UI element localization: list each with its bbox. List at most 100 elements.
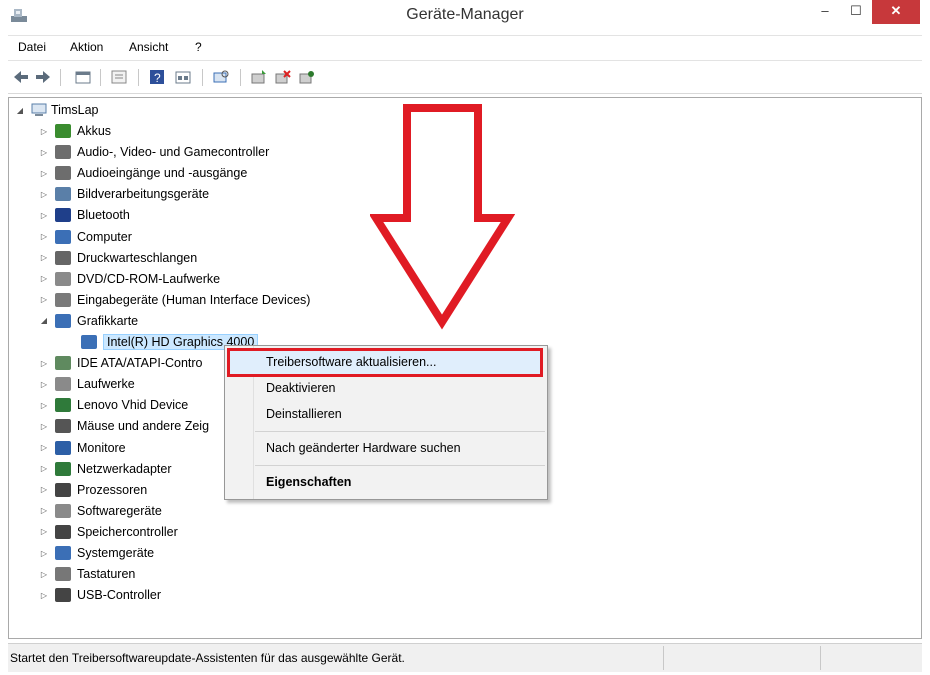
- update-driver-icon[interactable]: [250, 68, 268, 86]
- tree-item[interactable]: ▷ Audio-, Video- und Gamecontroller: [39, 142, 269, 162]
- expand-arrow-icon[interactable]: ▷: [39, 274, 49, 283]
- tree-item[interactable]: ▷ Monitore: [39, 438, 126, 458]
- expand-arrow-icon[interactable]: ▷: [39, 570, 49, 579]
- tree-item-label: Softwaregeräte: [77, 503, 162, 518]
- collapse-arrow-icon[interactable]: ◢: [39, 316, 49, 325]
- bluetooth-icon: [55, 208, 71, 223]
- expand-arrow-icon[interactable]: ▷: [39, 148, 49, 157]
- tree-item[interactable]: ▷ Speichercontroller: [39, 522, 178, 542]
- expand-arrow-icon[interactable]: ▷: [39, 295, 49, 304]
- network-icon: [55, 398, 71, 413]
- expand-arrow-icon[interactable]: ▷: [39, 127, 49, 136]
- tree-item[interactable]: ▷ Prozessoren: [39, 480, 147, 500]
- tree-item[interactable]: ▷ Netzwerkadapter: [39, 459, 172, 479]
- expand-arrow-icon[interactable]: ▷: [39, 232, 49, 241]
- tree-item[interactable]: ▷ Tastaturen: [39, 564, 135, 584]
- title-bar: Geräte-Manager – ☐ ✕: [0, 0, 930, 32]
- tree-item[interactable]: ◢ Grafikkarte: [39, 311, 138, 331]
- menu-separator: [255, 431, 545, 432]
- tree-item[interactable]: ▷ IDE ATA/ATAPI-Contro: [39, 353, 203, 373]
- menu-uninstall[interactable]: Deinstallieren: [266, 407, 342, 421]
- tree-item[interactable]: ▷ USB-Controller: [39, 585, 161, 605]
- tree-item[interactable]: ▷ Bildverarbeitungsgeräte: [39, 184, 209, 204]
- tree-item[interactable]: ▷ Computer: [39, 227, 132, 247]
- toolbar-divider: [202, 69, 203, 86]
- tree-item[interactable]: ▷ DVD/CD-ROM-Laufwerke: [39, 269, 220, 289]
- maximize-button[interactable]: ☐: [844, 0, 868, 24]
- expand-arrow-icon[interactable]: ▷: [39, 527, 49, 536]
- tree-item-label: Druckwarteschlangen: [77, 250, 198, 265]
- expand-arrow-icon[interactable]: ▷: [39, 549, 49, 558]
- back-arrow-icon[interactable]: [12, 68, 30, 86]
- menu-scan-hardware[interactable]: Nach geänderter Hardware suchen: [266, 441, 461, 455]
- view-icon[interactable]: [74, 68, 92, 86]
- tree-item-label: IDE ATA/ATAPI-Contro: [77, 356, 203, 371]
- menu-disable[interactable]: Deaktivieren: [266, 381, 335, 395]
- expand-arrow-icon[interactable]: ▷: [39, 464, 49, 473]
- close-button[interactable]: ✕: [872, 0, 920, 24]
- tree-item-label: Grafikkarte: [77, 313, 139, 328]
- scan-hardware-icon[interactable]: [212, 68, 230, 86]
- tree-item-label: Monitore: [77, 440, 126, 455]
- processor-icon: [55, 482, 71, 497]
- tree-item-label: Systemgeräte: [77, 546, 155, 560]
- help-icon[interactable]: ?: [148, 68, 166, 86]
- uninstall-icon[interactable]: [274, 68, 292, 86]
- storage-controller-icon: [55, 524, 71, 539]
- menu-datei[interactable]: Datei: [18, 40, 46, 54]
- tree-item-label: Eingabegeräte (Human Interface Devices): [77, 292, 311, 307]
- tree-item[interactable]: ▷ Bluetooth: [39, 205, 130, 225]
- expand-arrow-icon[interactable]: ▷: [39, 506, 49, 515]
- hid-icon: [55, 292, 71, 307]
- status-divider: [820, 646, 821, 670]
- menu-aktion[interactable]: Aktion: [70, 40, 103, 54]
- tree-item[interactable]: ▷ Softwaregeräte: [39, 501, 162, 521]
- system-device-icon: [55, 546, 71, 560]
- expand-arrow-icon[interactable]: ▷: [39, 422, 49, 431]
- toolbar: ?: [8, 60, 922, 94]
- status-bar: Startet den Treibersoftwareupdate-Assist…: [8, 643, 922, 672]
- expand-arrow-icon[interactable]: ▷: [39, 401, 49, 410]
- svg-text:?: ?: [154, 71, 161, 85]
- menu-properties[interactable]: Eigenschaften: [266, 475, 351, 489]
- tree-item[interactable]: ▷ Laufwerke: [39, 374, 135, 394]
- tree-item-label: Bluetooth: [77, 208, 130, 223]
- expand-arrow-icon[interactable]: ▷: [39, 443, 49, 452]
- computer-icon: [31, 103, 47, 116]
- tree-item[interactable]: ▷ Druckwarteschlangen: [39, 248, 197, 268]
- tree-root-label: TimsLap: [51, 103, 99, 117]
- tree-item[interactable]: ▷ Systemgeräte: [39, 543, 154, 563]
- tree-item-label: USB-Controller: [77, 588, 162, 603]
- expand-arrow-icon[interactable]: ▷: [39, 190, 49, 199]
- menu-update-driver[interactable]: Treibersoftware aktualisieren...: [266, 355, 436, 369]
- tree-item-label: Computer: [77, 229, 132, 244]
- forward-arrow-icon[interactable]: [34, 68, 52, 86]
- expand-arrow-icon[interactable]: ▷: [39, 380, 49, 389]
- tree-item-label: Lenovo Vhid Device: [77, 398, 189, 413]
- tree-item[interactable]: ▷ Mäuse und andere Zeig: [39, 416, 209, 436]
- tree-item[interactable]: ▷ Audioeingänge und -ausgänge: [39, 163, 247, 183]
- camera-icon: [55, 187, 71, 202]
- tree-item-label: Netzwerkadapter: [77, 461, 172, 476]
- expand-arrow-icon[interactable]: ▷: [39, 253, 49, 262]
- menu-help[interactable]: ?: [195, 40, 202, 54]
- collapse-arrow-icon[interactable]: ◢: [15, 106, 25, 115]
- tree-item[interactable]: ▷ Eingabegeräte (Human Interface Devices): [39, 290, 310, 310]
- properties-icon[interactable]: [110, 68, 128, 86]
- expand-arrow-icon[interactable]: ▷: [39, 211, 49, 220]
- tree-item[interactable]: ▷ Lenovo Vhid Device: [39, 395, 188, 415]
- expand-arrow-icon[interactable]: ▷: [39, 485, 49, 494]
- window-title: Geräte-Manager: [406, 6, 524, 23]
- tree-item-label: DVD/CD-ROM-Laufwerke: [77, 271, 221, 286]
- disable-device-icon[interactable]: [298, 68, 316, 86]
- tree-item[interactable]: ▷ Akkus: [39, 121, 111, 141]
- toolbar-divider: [138, 69, 139, 86]
- minimize-button[interactable]: –: [812, 0, 838, 24]
- expand-arrow-icon[interactable]: ▷: [39, 591, 49, 600]
- tree-root[interactable]: ◢ TimsLap: [15, 100, 99, 120]
- device-view-icon[interactable]: [174, 68, 192, 86]
- expand-arrow-icon[interactable]: ▷: [39, 169, 49, 178]
- menu-ansicht[interactable]: Ansicht: [129, 40, 168, 54]
- speaker-icon: [55, 166, 71, 181]
- expand-arrow-icon[interactable]: ▷: [39, 359, 49, 368]
